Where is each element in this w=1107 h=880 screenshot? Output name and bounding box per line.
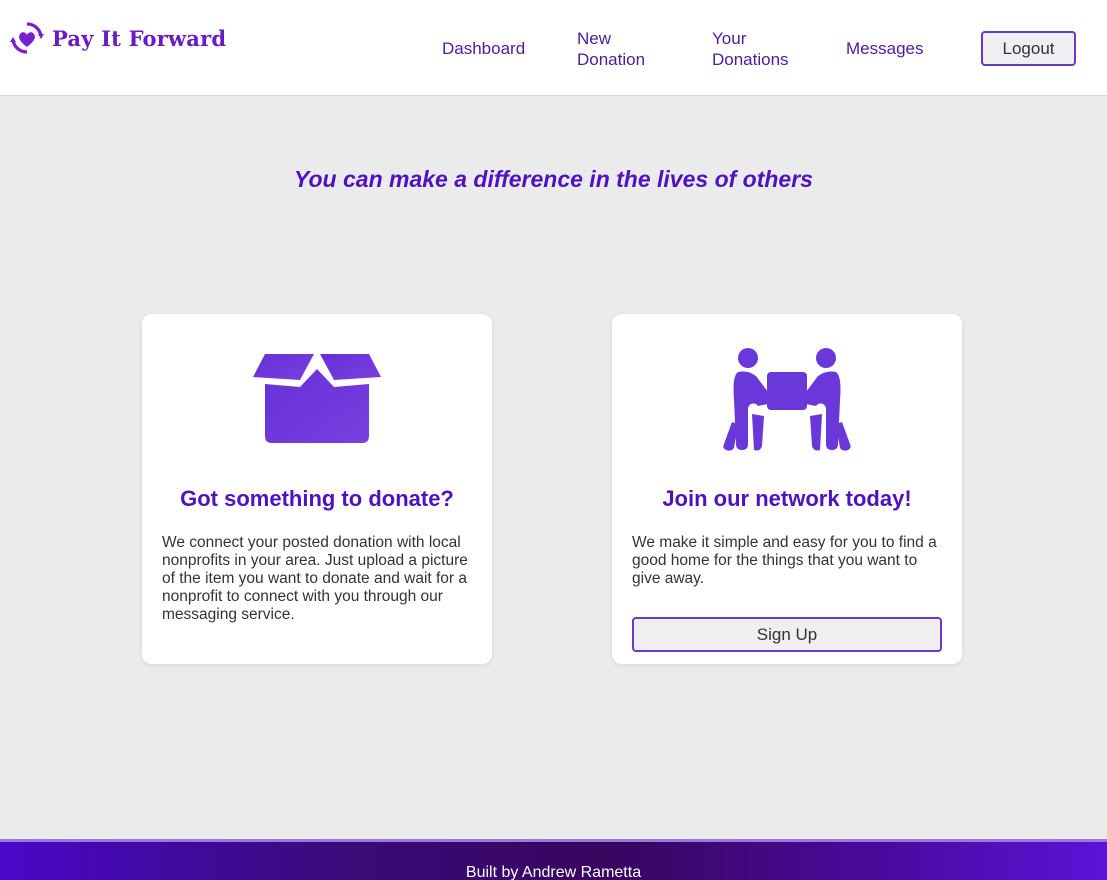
nav-new-donation-line1: New bbox=[577, 29, 612, 48]
signup-card: Join our network today! We make it simpl… bbox=[612, 314, 962, 664]
donate-card: Got something to donate? We connect your… bbox=[142, 314, 492, 664]
signup-card-title: Join our network today! bbox=[662, 486, 912, 511]
brand-name: Pay It Forward bbox=[52, 25, 227, 51]
sign-up-button[interactable]: Sign Up bbox=[632, 617, 942, 652]
nav-new-donation[interactable]: New Donation bbox=[577, 28, 645, 70]
nav-messages[interactable]: Messages bbox=[846, 38, 923, 59]
brand-logo[interactable]: Pay It Forward bbox=[8, 20, 226, 56]
footer: Built by Andrew Rametta bbox=[0, 839, 1107, 880]
header: Pay It Forward Dashboard New Donation Yo… bbox=[0, 0, 1107, 96]
nav-your-donations[interactable]: Your Donations bbox=[712, 28, 789, 70]
open-box-icon bbox=[253, 354, 381, 443]
signup-card-text: We make it simple and easy for you to fi… bbox=[632, 534, 937, 587]
nav-dashboard[interactable]: Dashboard bbox=[442, 38, 525, 59]
nav-new-donation-line2: Donation bbox=[577, 50, 646, 69]
donate-card-text: We connect your posted donation with loc… bbox=[162, 534, 468, 623]
tagline: You can make a difference in the lives o… bbox=[294, 166, 813, 192]
donate-card-title: Got something to donate? bbox=[180, 486, 454, 511]
people-carrying-box-icon bbox=[723, 348, 851, 451]
logout-button[interactable]: Logout bbox=[981, 31, 1076, 66]
nav-your-donations-line1: Your bbox=[712, 29, 747, 48]
heart-cycle-icon bbox=[10, 22, 44, 54]
footer-credit: Built by Andrew Rametta bbox=[465, 864, 642, 880]
nav-your-donations-line2: Donations bbox=[712, 50, 789, 69]
